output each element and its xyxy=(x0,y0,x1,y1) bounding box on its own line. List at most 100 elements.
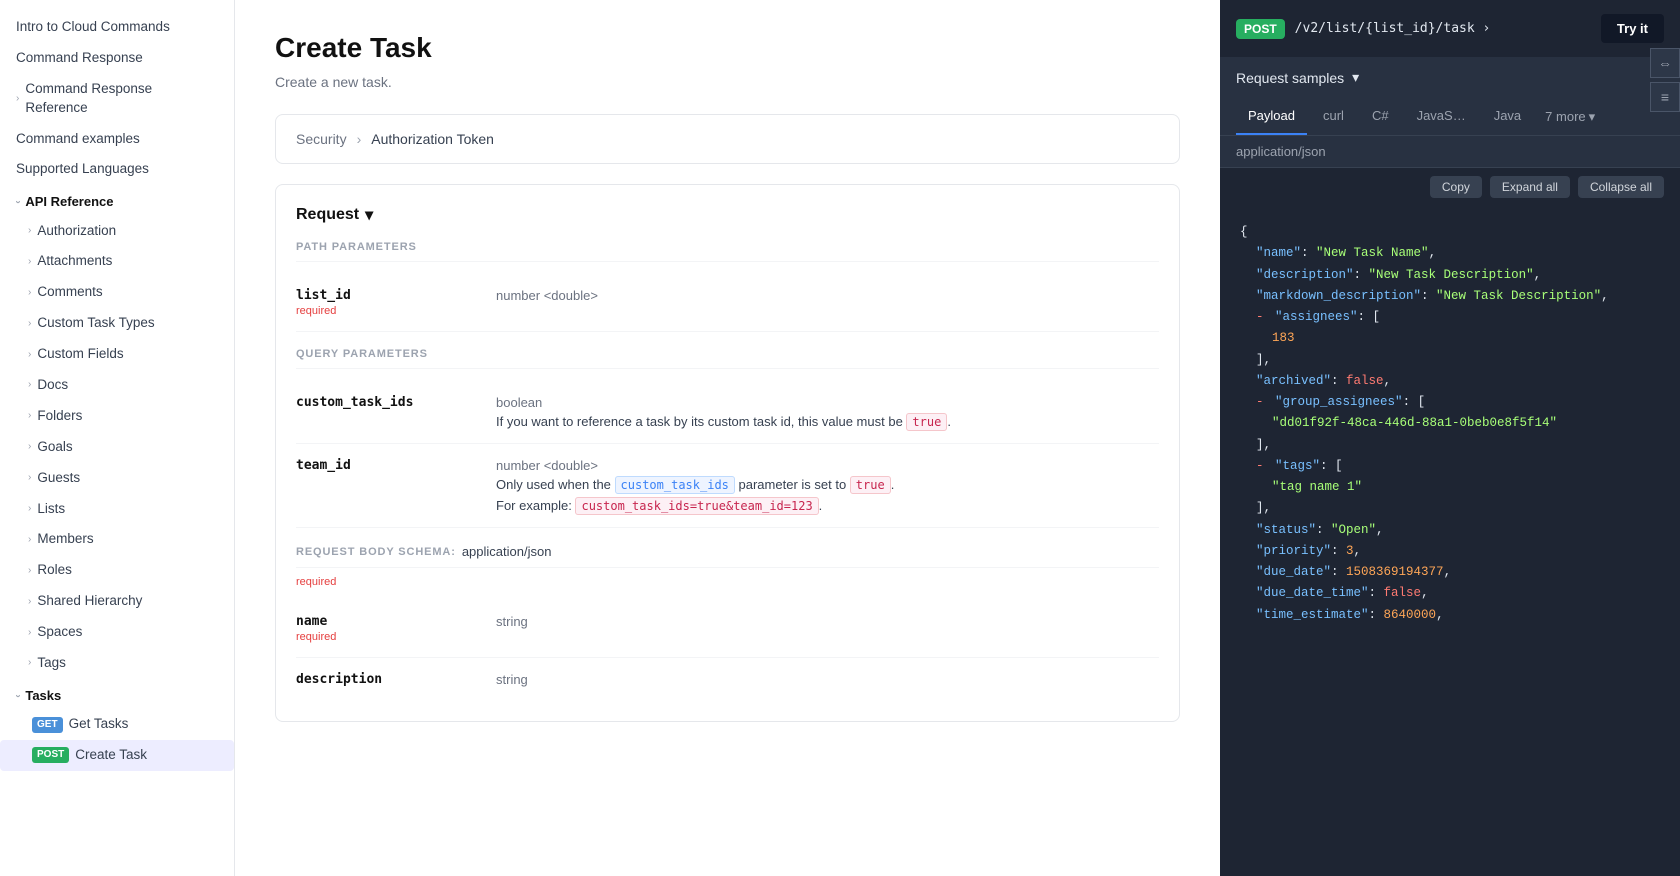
content-type-bar: application/json xyxy=(1220,136,1680,168)
chevron-right-icon: › xyxy=(28,286,31,300)
expand-all-button[interactable]: Expand all xyxy=(1490,176,1570,198)
tab-more-label: 7 more xyxy=(1545,109,1585,124)
param-type-team-id: number <double> xyxy=(496,458,1159,473)
code-line: - "assignees": [ xyxy=(1240,307,1660,328)
sidebar-item-intro[interactable]: Intro to Cloud Commands xyxy=(0,12,234,43)
collapse-all-button[interactable]: Collapse all xyxy=(1578,176,1664,198)
sidebar-item-attachments-label: Attachments xyxy=(37,252,112,271)
security-arrow-icon: › xyxy=(357,131,362,147)
code-line: ], xyxy=(1240,350,1660,371)
code-example: custom_task_ids=true&team_id=123 xyxy=(575,497,818,515)
chevron-right-icon: › xyxy=(28,348,31,362)
chevron-right-icon: › xyxy=(28,255,31,269)
sidebar-item-lists[interactable]: › Lists xyxy=(0,494,234,525)
sidebar-item-lists-label: Lists xyxy=(37,500,65,519)
sidebar-item-spaces[interactable]: › Spaces xyxy=(0,617,234,648)
sidebar-section-tasks[interactable]: › Tasks xyxy=(0,679,234,709)
tab-curl[interactable]: curl xyxy=(1311,98,1356,135)
param-type-custom-task-ids: boolean xyxy=(496,395,1159,410)
post-badge: POST xyxy=(32,747,69,763)
code-true: true xyxy=(906,413,947,431)
sidebar-item-folders[interactable]: › Folders xyxy=(0,401,234,432)
code-block: { "name": "New Task Name", "description"… xyxy=(1220,206,1680,642)
sidebar-item-create-task-label: Create Task xyxy=(75,746,147,765)
sidebar-item-guests[interactable]: › Guests xyxy=(0,463,234,494)
method-badge: POST xyxy=(1236,19,1285,39)
param-desc-custom-task-ids: If you want to reference a task by its c… xyxy=(496,414,1159,429)
sidebar-item-create-task[interactable]: POST Create Task xyxy=(0,740,234,771)
sidebar-item-members-label: Members xyxy=(37,530,93,549)
sidebar-item-command-response-ref[interactable]: › Command Response Reference xyxy=(0,74,234,124)
sidebar-item-comments-label: Comments xyxy=(37,283,102,302)
sidebar-item-tags[interactable]: › Tags xyxy=(0,648,234,679)
sidebar-section-tasks-label: Tasks xyxy=(25,687,61,705)
query-params-label: QUERY PARAMETERS xyxy=(296,348,1159,369)
param-row-team-id: team_id number <double> Only used when t… xyxy=(296,444,1159,528)
sidebar-item-goals-label: Goals xyxy=(37,438,72,457)
code-line: { xyxy=(1240,222,1660,243)
sidebar-section-api-reference-label: API Reference xyxy=(25,193,113,211)
request-samples-chevron-icon: ▾ xyxy=(1352,69,1359,86)
content-type-value: application/json xyxy=(1236,144,1326,159)
sidebar-item-roles[interactable]: › Roles xyxy=(0,555,234,586)
sidebar-item-custom-task-types[interactable]: › Custom Task Types xyxy=(0,308,234,339)
code-line: "dd01f92f-48ca-446d-88a1-0beb0e8f5f14" xyxy=(1240,413,1660,434)
sidebar-item-custom-fields-label: Custom Fields xyxy=(37,345,123,364)
tab-java[interactable]: Java xyxy=(1482,98,1533,135)
request-body-schema-value: application/json xyxy=(462,544,552,559)
sidebar-item-custom-fields[interactable]: › Custom Fields xyxy=(0,339,234,370)
chevron-right-icon: › xyxy=(28,564,31,578)
sidebar-item-guests-label: Guests xyxy=(37,469,80,488)
param-row-custom-task-ids: custom_task_ids boolean If you want to r… xyxy=(296,381,1159,444)
sidebar-item-supported-languages-label: Supported Languages xyxy=(16,160,149,179)
tab-payload[interactable]: Payload xyxy=(1236,98,1307,135)
request-body-required-label: required xyxy=(296,576,336,588)
chevron-down-icon: › xyxy=(11,694,25,697)
sidebar-item-tags-label: Tags xyxy=(37,654,66,673)
code-line: 183 xyxy=(1240,328,1660,349)
sidebar-item-members[interactable]: › Members xyxy=(0,524,234,555)
panel-collapse-button[interactable]: ⇔ xyxy=(1650,48,1680,78)
chevron-down-icon: ▾ xyxy=(1589,109,1596,125)
panel-list-button[interactable]: ≡ xyxy=(1650,82,1680,112)
endpoint-path: /v2/list/{list_id}/task › xyxy=(1295,21,1591,36)
code-line: "due_date": 1508369194377, xyxy=(1240,562,1660,583)
request-samples-bar[interactable]: Request samples ▾ xyxy=(1220,57,1680,98)
sidebar-item-shared-hierarchy-label: Shared Hierarchy xyxy=(37,592,142,611)
sidebar-item-docs[interactable]: › Docs xyxy=(0,370,234,401)
chevron-right-icon: › xyxy=(28,440,31,454)
code-line: "time_estimate": 8640000, xyxy=(1240,605,1660,626)
main-content: Create Task Create a new task. Security … xyxy=(235,0,1220,876)
try-it-button[interactable]: Try it xyxy=(1601,14,1664,43)
chevron-right-icon: › xyxy=(28,317,31,331)
sidebar-item-shared-hierarchy[interactable]: › Shared Hierarchy xyxy=(0,586,234,617)
sidebar-item-supported-languages[interactable]: Supported Languages xyxy=(0,154,234,185)
sidebar-item-command-response[interactable]: Command Response xyxy=(0,43,234,74)
sidebar-item-comments[interactable]: › Comments xyxy=(0,277,234,308)
param-row-list-id: list_id required number <double> xyxy=(296,274,1159,332)
request-label: Request xyxy=(296,206,359,224)
tab-more[interactable]: 7 more ▾ xyxy=(1537,98,1603,135)
sidebar-item-attachments[interactable]: › Attachments xyxy=(0,246,234,277)
sidebar-item-custom-task-types-label: Custom Task Types xyxy=(37,314,154,333)
sidebar-item-goals[interactable]: › Goals xyxy=(0,432,234,463)
sidebar-item-get-tasks-label: Get Tasks xyxy=(69,715,129,734)
sidebar-section-api-reference[interactable]: › API Reference xyxy=(0,185,234,215)
code-custom-task-ids: custom_task_ids xyxy=(615,476,735,494)
copy-button[interactable]: Copy xyxy=(1430,176,1482,198)
tab-csharp[interactable]: C# xyxy=(1360,98,1401,135)
chevron-right-icon: › xyxy=(28,656,31,670)
security-box[interactable]: Security › Authorization Token xyxy=(275,114,1180,164)
code-line: "name": "New Task Name", xyxy=(1240,243,1660,264)
param-name-list-id: list_id xyxy=(296,288,476,303)
chevron-right-icon: › xyxy=(28,626,31,640)
tab-javascript[interactable]: JavaS… xyxy=(1405,98,1478,135)
code-line: "description": "New Task Description", xyxy=(1240,265,1660,286)
param-desc-team-id: Only used when the custom_task_ids param… xyxy=(496,477,1159,492)
param-name-name: name xyxy=(296,614,476,629)
request-body-required: required xyxy=(296,572,1159,588)
sidebar-item-authorization[interactable]: › Authorization xyxy=(0,216,234,247)
sidebar-item-get-tasks[interactable]: GET Get Tasks xyxy=(0,709,234,740)
request-header[interactable]: Request ▾ xyxy=(296,205,1159,225)
sidebar-item-command-examples[interactable]: Command examples xyxy=(0,124,234,155)
